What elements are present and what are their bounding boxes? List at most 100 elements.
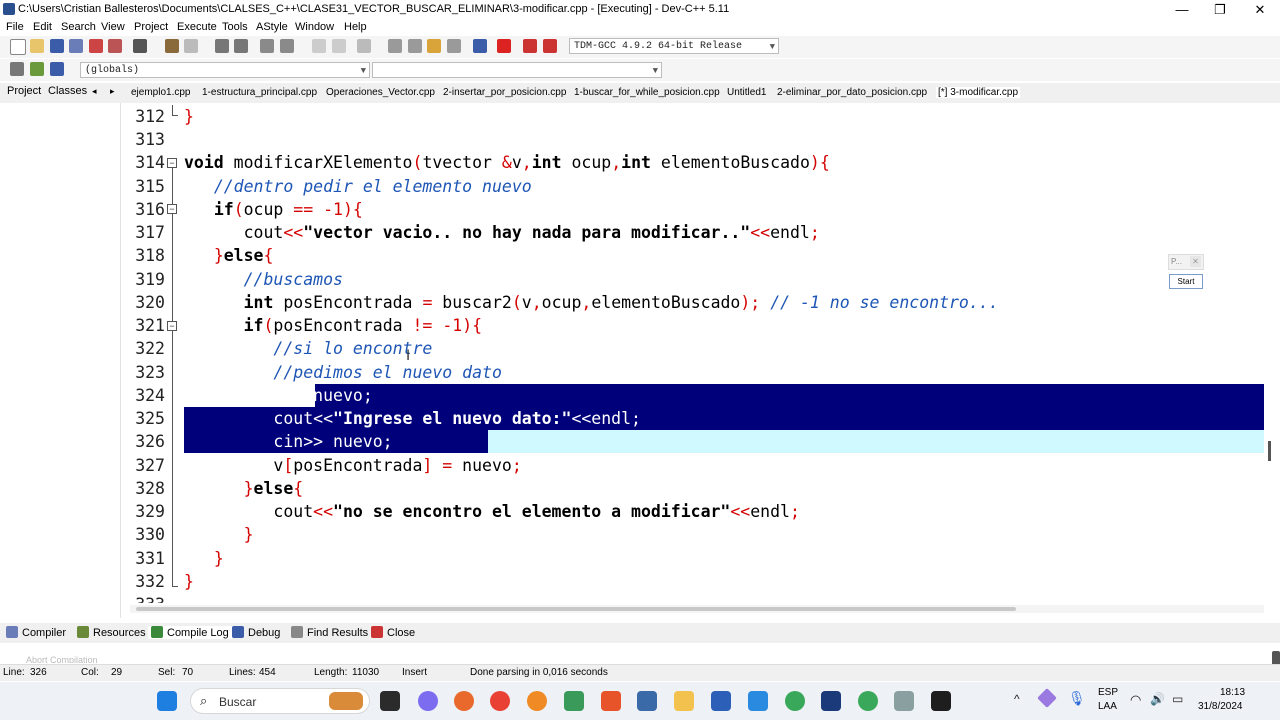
file-tab-operaciones-vector[interactable]: Operaciones_Vector.cpp xyxy=(326,87,435,98)
class-browser-icon[interactable] xyxy=(427,39,441,53)
profile-delete-icon[interactable] xyxy=(543,39,557,53)
save-icon[interactable] xyxy=(50,39,64,53)
goto-icon[interactable] xyxy=(50,62,64,76)
chevron-up-icon[interactable]: ^ xyxy=(1014,692,1020,706)
fold-toggle-icon[interactable]: − xyxy=(167,158,177,168)
code-line-326: cin>> nuevo; xyxy=(184,432,393,451)
devcpp-taskbar-icon[interactable] xyxy=(821,691,841,711)
vertical-scrollbar[interactable] xyxy=(1268,441,1271,461)
replace-icon[interactable] xyxy=(234,39,248,53)
maximize-button[interactable]: ❐ xyxy=(1200,0,1240,20)
menu-project[interactable]: Project xyxy=(134,21,168,33)
terminal-icon[interactable] xyxy=(931,691,951,711)
undo-icon[interactable] xyxy=(165,39,179,53)
menu-view[interactable]: View xyxy=(101,21,125,33)
file-tab-modificar-active[interactable]: [*] 3-modificar.cpp xyxy=(936,87,1021,98)
firefox-icon[interactable] xyxy=(454,691,474,711)
compiler-select[interactable]: TDM-GCC 4.9.2 64-bit Release ▼ xyxy=(569,38,779,54)
keyboard-layout[interactable]: LAA xyxy=(1098,701,1117,712)
file-tab-insertar-por-posicion[interactable]: 2-insertar_por_posicion.cpp xyxy=(443,87,566,98)
open-file-icon[interactable] xyxy=(30,39,44,53)
indent-icon[interactable] xyxy=(10,62,24,76)
language-indicator[interactable]: ESP xyxy=(1098,687,1118,698)
tab-classes[interactable]: Classes xyxy=(48,85,87,97)
close-all-icon[interactable] xyxy=(108,39,122,53)
sublime-icon[interactable] xyxy=(527,691,547,711)
file-tab-ejemplo1[interactable]: ejemplo1.cpp xyxy=(131,87,190,98)
tab-debug[interactable]: Debug xyxy=(232,626,280,639)
tab-project[interactable]: Project xyxy=(7,85,41,97)
chrome-profile-icon[interactable] xyxy=(785,691,805,711)
vscode-icon[interactable] xyxy=(748,691,768,711)
save-all-icon[interactable] xyxy=(69,39,83,53)
tab-compiler[interactable]: Compiler xyxy=(6,626,66,639)
menu-file[interactable]: File xyxy=(6,21,24,33)
close-file-icon[interactable] xyxy=(89,39,103,53)
close-icon[interactable]: ✕ xyxy=(1190,256,1201,267)
taskbar-search[interactable]: ⌕ Buscar xyxy=(190,688,370,714)
fold-toggle-icon[interactable]: − xyxy=(167,321,177,331)
forward-icon[interactable] xyxy=(332,39,346,53)
close-window-button[interactable]: ✕ xyxy=(1240,0,1280,20)
chrome-icon[interactable] xyxy=(490,691,510,711)
grid-icon[interactable] xyxy=(447,39,461,53)
horizontal-scrollbar[interactable] xyxy=(130,605,1264,613)
clock-date[interactable]: 31/8/2024 xyxy=(1198,701,1243,712)
tab-resources[interactable]: Resources xyxy=(77,626,146,639)
redo-icon[interactable] xyxy=(184,39,198,53)
menu-window[interactable]: Window xyxy=(295,21,334,33)
task-view-icon[interactable] xyxy=(380,691,400,711)
menu-help[interactable]: Help xyxy=(344,21,367,33)
code-editor[interactable]: } void modificarXElemento(tvector &v,int… xyxy=(184,103,1264,603)
microphone-icon[interactable]: 🎙 xyxy=(1068,690,1086,707)
start-button[interactable]: Start xyxy=(1169,274,1203,289)
new-project-icon[interactable] xyxy=(388,39,402,53)
check-syntax-icon[interactable] xyxy=(473,39,487,53)
stop-execution-icon[interactable] xyxy=(497,39,511,53)
file-tab-untitled1[interactable]: Untitled1 xyxy=(727,87,766,98)
wifi-icon[interactable]: ◠ xyxy=(1130,692,1141,708)
app-icon[interactable] xyxy=(564,691,584,711)
menu-edit[interactable]: Edit xyxy=(33,21,52,33)
file-tab-buscar-for-while[interactable]: 1-buscar_for_while_posicion.cpp xyxy=(574,87,720,98)
file-explorer-icon[interactable] xyxy=(674,691,694,711)
new-file-icon[interactable] xyxy=(10,39,26,55)
menu-execute[interactable]: Execute xyxy=(177,21,217,33)
chrome-alt-icon[interactable] xyxy=(858,691,878,711)
tool-icon[interactable] xyxy=(894,691,914,711)
bookmark-icon[interactable] xyxy=(280,39,294,53)
tab-scroll-left-icon[interactable]: ◂ xyxy=(92,86,97,97)
tab-compile-log[interactable]: Compile Log xyxy=(148,626,232,639)
tab-scroll-right-icon[interactable]: ▸ xyxy=(110,86,115,97)
fold-toggle-icon[interactable]: − xyxy=(167,204,177,214)
windows-start-icon[interactable] xyxy=(157,691,177,711)
menu-astyle[interactable]: AStyle xyxy=(256,21,288,33)
globals-select[interactable]: (globals) ▼ xyxy=(80,62,370,78)
git-icon[interactable] xyxy=(601,691,621,711)
copilot-icon[interactable] xyxy=(418,691,438,711)
file-tab-eliminar-por-dato[interactable]: 2-eliminar_por_dato_posicion.cpp xyxy=(777,87,927,98)
battery-icon[interactable]: ▭ xyxy=(1172,692,1183,706)
menu-search[interactable]: Search xyxy=(61,21,96,33)
profile-chart-icon[interactable] xyxy=(523,39,537,53)
file-tab-estructura-principal[interactable]: 1-estructura_principal.cpp xyxy=(202,87,317,98)
scrollbar-thumb[interactable] xyxy=(136,607,1016,611)
clock-time[interactable]: 18:13 xyxy=(1220,687,1245,698)
pen-icon[interactable] xyxy=(1037,688,1057,708)
menu-tools[interactable]: Tools xyxy=(222,21,248,33)
layout-icon[interactable] xyxy=(408,39,422,53)
find-icon[interactable] xyxy=(215,39,229,53)
insert-icon[interactable] xyxy=(30,62,44,76)
abort-compilation-button[interactable]: Abort Compilation xyxy=(26,655,98,663)
back-icon[interactable] xyxy=(312,39,326,53)
members-select[interactable]: ▼ xyxy=(372,62,662,78)
volume-icon[interactable]: 🔊 xyxy=(1150,692,1165,706)
mysql-icon[interactable] xyxy=(637,691,657,711)
tab-close[interactable]: Close xyxy=(371,626,415,639)
minimize-button[interactable]: — xyxy=(1162,0,1202,20)
goto-line-icon[interactable] xyxy=(260,39,274,53)
tab-find-results[interactable]: Find Results xyxy=(291,626,368,639)
word-icon[interactable] xyxy=(711,691,731,711)
toggle-comment-icon[interactable] xyxy=(357,39,371,53)
print-icon[interactable] xyxy=(133,39,147,53)
